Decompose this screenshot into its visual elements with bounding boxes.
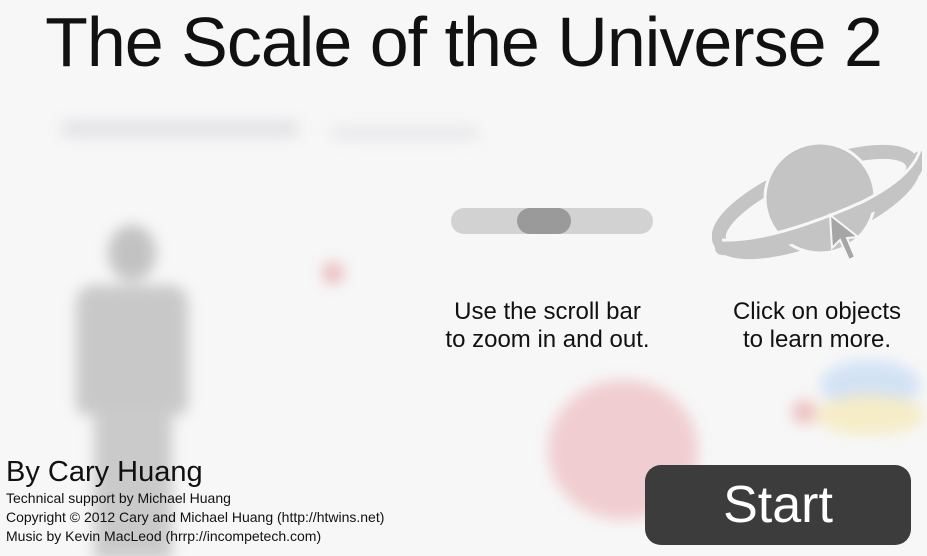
- click-instruction-line-1: Click on objects: [732, 298, 902, 325]
- background-grey-streak-2: [330, 125, 480, 141]
- scroll-instruction: Use the scroll bar to zoom in and out.: [420, 298, 675, 354]
- author-credit: By Cary Huang: [6, 456, 203, 488]
- technical-support-credit: Technical support by Michael Huang: [6, 490, 231, 506]
- scroll-instruction-line-2: to zoom in and out.: [445, 326, 650, 353]
- click-instruction: Click on objects to learn more.: [708, 298, 926, 354]
- background-red-dot: [322, 262, 344, 284]
- background-grey-streak: [60, 120, 300, 138]
- page-title: The Scale of the Universe 2: [45, 3, 883, 81]
- scroll-instruction-line-1: Use the scroll bar: [454, 298, 641, 325]
- background-red-dot-2: [792, 400, 816, 424]
- zoom-scrollbar-illustration: [451, 208, 653, 234]
- scrollbar-thumb-illustration: [517, 208, 571, 234]
- planet-icon: [711, 141, 927, 262]
- music-credit: Music by Kevin MacLeod (hrrp://incompete…: [6, 528, 322, 544]
- copyright-notice: Copyright © 2012 Cary and Michael Huang …: [6, 509, 385, 525]
- background-yellow-blob: [815, 395, 925, 435]
- start-button[interactable]: Start: [645, 465, 911, 545]
- intro-screen: The Scale of the Universe 2 Use the scro…: [0, 0, 927, 556]
- click-instruction-line-2: to learn more.: [742, 326, 892, 353]
- credits: By Cary Huang Technical support by Micha…: [6, 455, 384, 546]
- planet-illustration: [711, 140, 927, 265]
